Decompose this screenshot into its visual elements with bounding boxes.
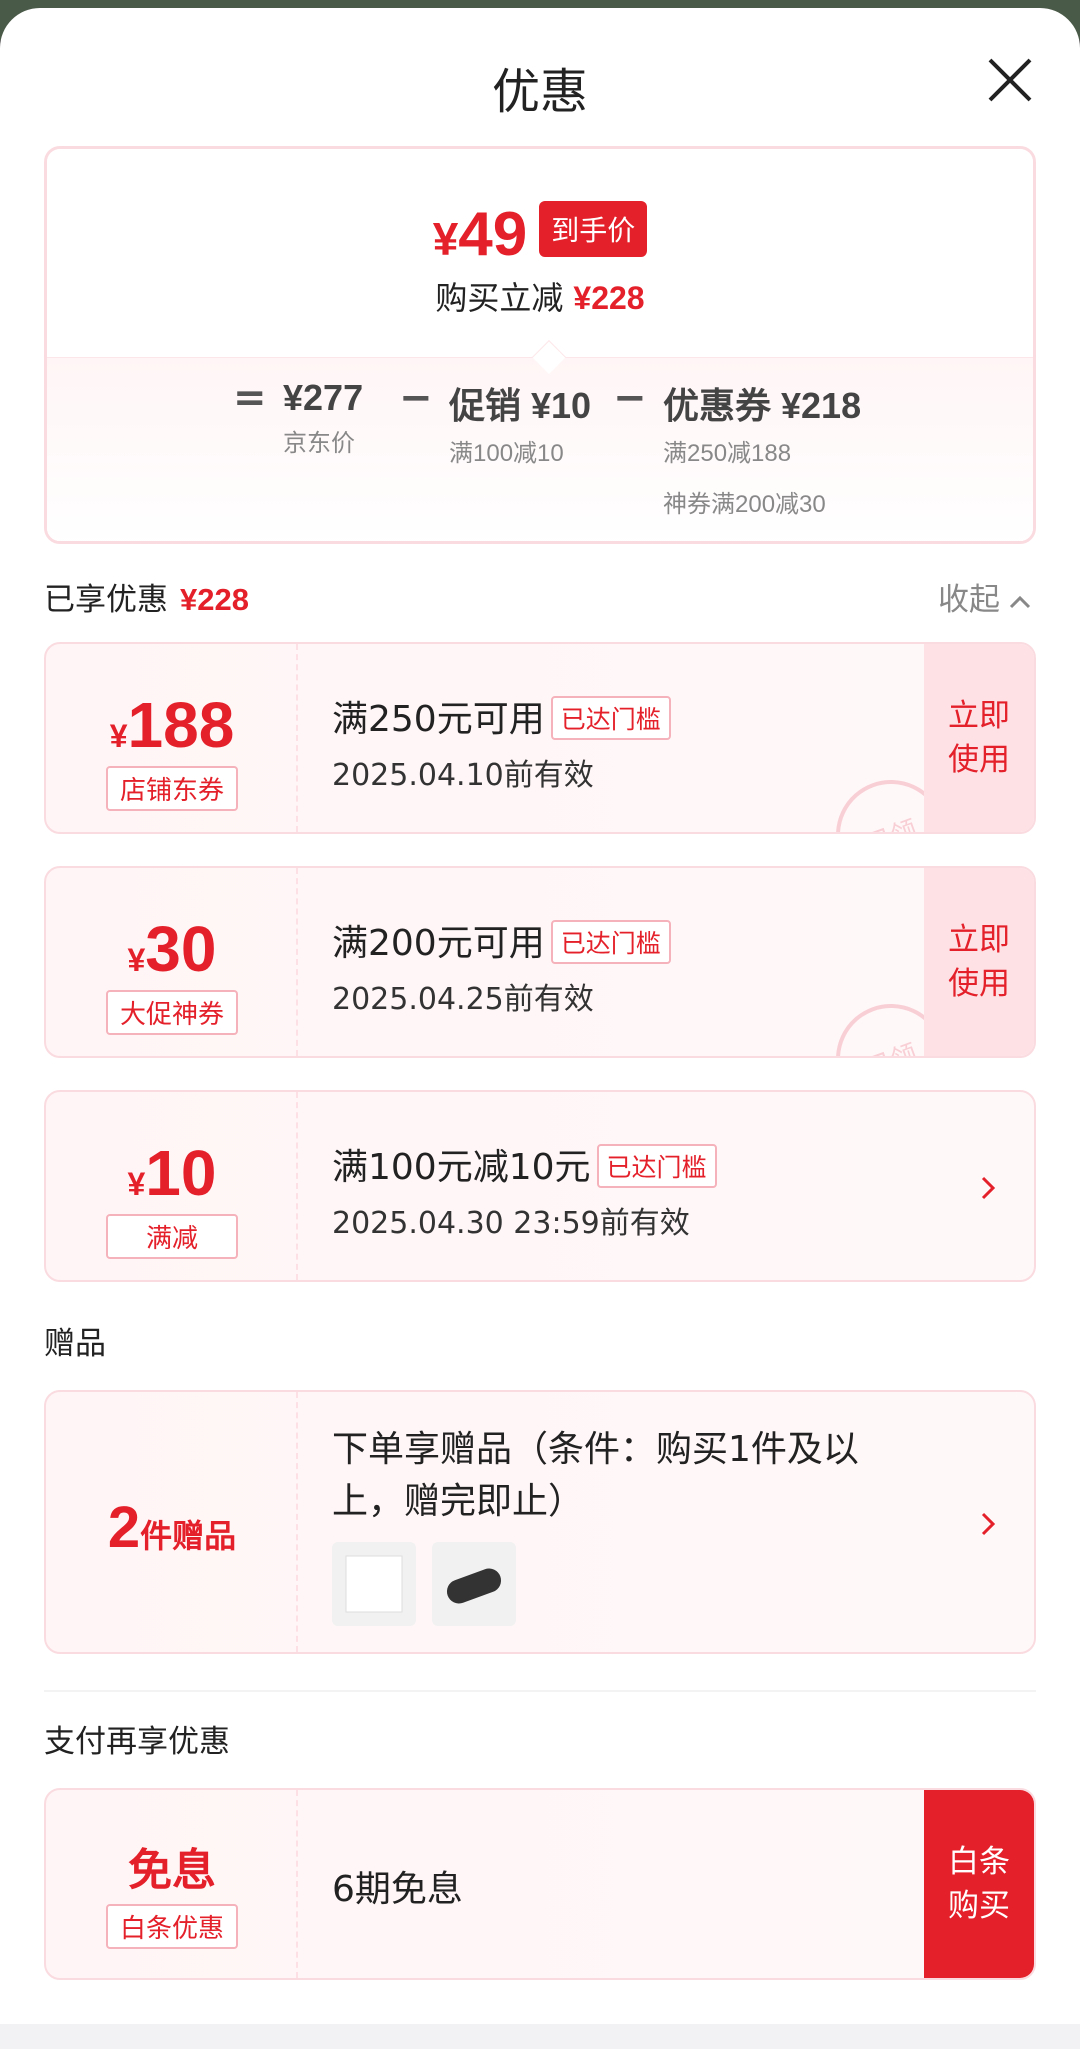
gift-glasses-case-image (432, 1542, 516, 1626)
chevron-right-icon (981, 1176, 996, 1200)
coupon-amount-value: ¥10 (127, 1137, 217, 1209)
minus-sign: − (399, 375, 433, 421)
payment-title: 6期免息 (332, 1869, 463, 1910)
baitiao-buy-button[interactable]: 白条 购买 (924, 1790, 1034, 1978)
coupon-type-tag: 满减 (106, 1214, 238, 1259)
payment-benefit: 免息 (128, 1846, 216, 1895)
threshold-badge: 已达门槛 (596, 1144, 717, 1188)
jd-price: ¥277 京东价 (283, 377, 364, 457)
coupon-amount-value: ¥188 (109, 689, 235, 761)
gift-count: 2件赠品 (107, 1495, 237, 1560)
final-price-tag: 到手价 (539, 200, 648, 257)
coupon-type-tag: 店铺东券 (106, 766, 238, 811)
coupon-condition: 满200元可用 已达门槛 (332, 914, 671, 967)
chevron-up-icon (1009, 595, 1031, 608)
bottom-bar (0, 2024, 1080, 2049)
coupon-type-tag: 大促神券 (106, 990, 238, 1035)
final-price-row: ¥49 到手价 (47, 199, 1033, 270)
collapse-button[interactable]: 收起 (938, 574, 1032, 619)
discount-sheet: 优惠 ¥49 到手价 购买立减 ¥228 = ¥277 京东价 − 促销 ¥10 满… (0, 8, 1080, 2049)
coupon-condition: 满100元减10元 已达门槛 (332, 1138, 717, 1191)
coupon-amount-value: ¥30 (127, 913, 217, 985)
gift-condition-line2: 上，赠完即止） (332, 1481, 585, 1522)
discount-label: 购买立减 (435, 279, 564, 317)
discount-row: 购买立减 ¥228 (47, 273, 1033, 319)
coupon-validity: 2025.04.25前有效 (332, 982, 594, 1017)
enjoyed-amount: ¥228 (180, 582, 249, 617)
coupon-card[interactable]: ¥10 满减 满100元减10元 已达门槛 2025.04.30 23:59前有效 (44, 1090, 1036, 1282)
gift-cloth-image (332, 1542, 416, 1626)
promo-amount: 促销 ¥10 满100减10 (449, 385, 592, 467)
coupon-card: ¥30 大促神券 满200元可用已达门槛 2025.04.25前有效 已领 立即… (44, 866, 1036, 1058)
enjoyed-discounts-title: 已享优惠 ¥228 (44, 582, 249, 618)
coupon-validity: 2025.04.30 23:59前有效 (332, 1206, 690, 1241)
payment-section-title: 支付再享优惠 (44, 1724, 230, 1760)
equals-sign: = (233, 375, 267, 421)
final-price: ¥49 (432, 200, 528, 269)
gifts-section-title: 赠品 (44, 1326, 106, 1362)
coupon-card: ¥188 店铺东券 满250元可用已达门槛 2025.04.10前有效 已领 立… (44, 642, 1036, 834)
coupon-amount: 优惠券 ¥218 满250减188 神券满200减30 (663, 385, 862, 518)
threshold-badge: 已达门槛 (550, 696, 671, 740)
threshold-badge: 已达门槛 (550, 920, 671, 964)
gift-card[interactable]: 2件赠品 下单享赠品（条件：购买1件及以 上，赠完即止） (44, 1390, 1036, 1654)
sheet-title: 优惠 (491, 64, 588, 120)
payment-card: 免息 白条优惠 6期免息 白条 购买 (44, 1788, 1036, 1980)
chevron-right-icon (981, 1512, 996, 1536)
payment-tag: 白条优惠 (106, 1904, 238, 1949)
coupon-condition: 满250元可用 已达门槛 (332, 690, 671, 743)
discount-amount: ¥228 (573, 280, 645, 316)
use-now-button[interactable]: 立即 使用 (924, 868, 1034, 1056)
price-summary: ¥49 到手价 购买立减 ¥228 = ¥277 京东价 − 促销 ¥10 满100… (44, 146, 1036, 544)
close-icon[interactable] (980, 50, 1040, 110)
section-divider (44, 1690, 1036, 1692)
use-now-button[interactable]: 立即 使用 (924, 644, 1034, 832)
coupon-validity: 2025.04.10前有效 (332, 758, 594, 793)
minus-sign: − (613, 375, 647, 421)
gift-condition-line1: 下单享赠品（条件：购买1件及以 (332, 1429, 859, 1470)
